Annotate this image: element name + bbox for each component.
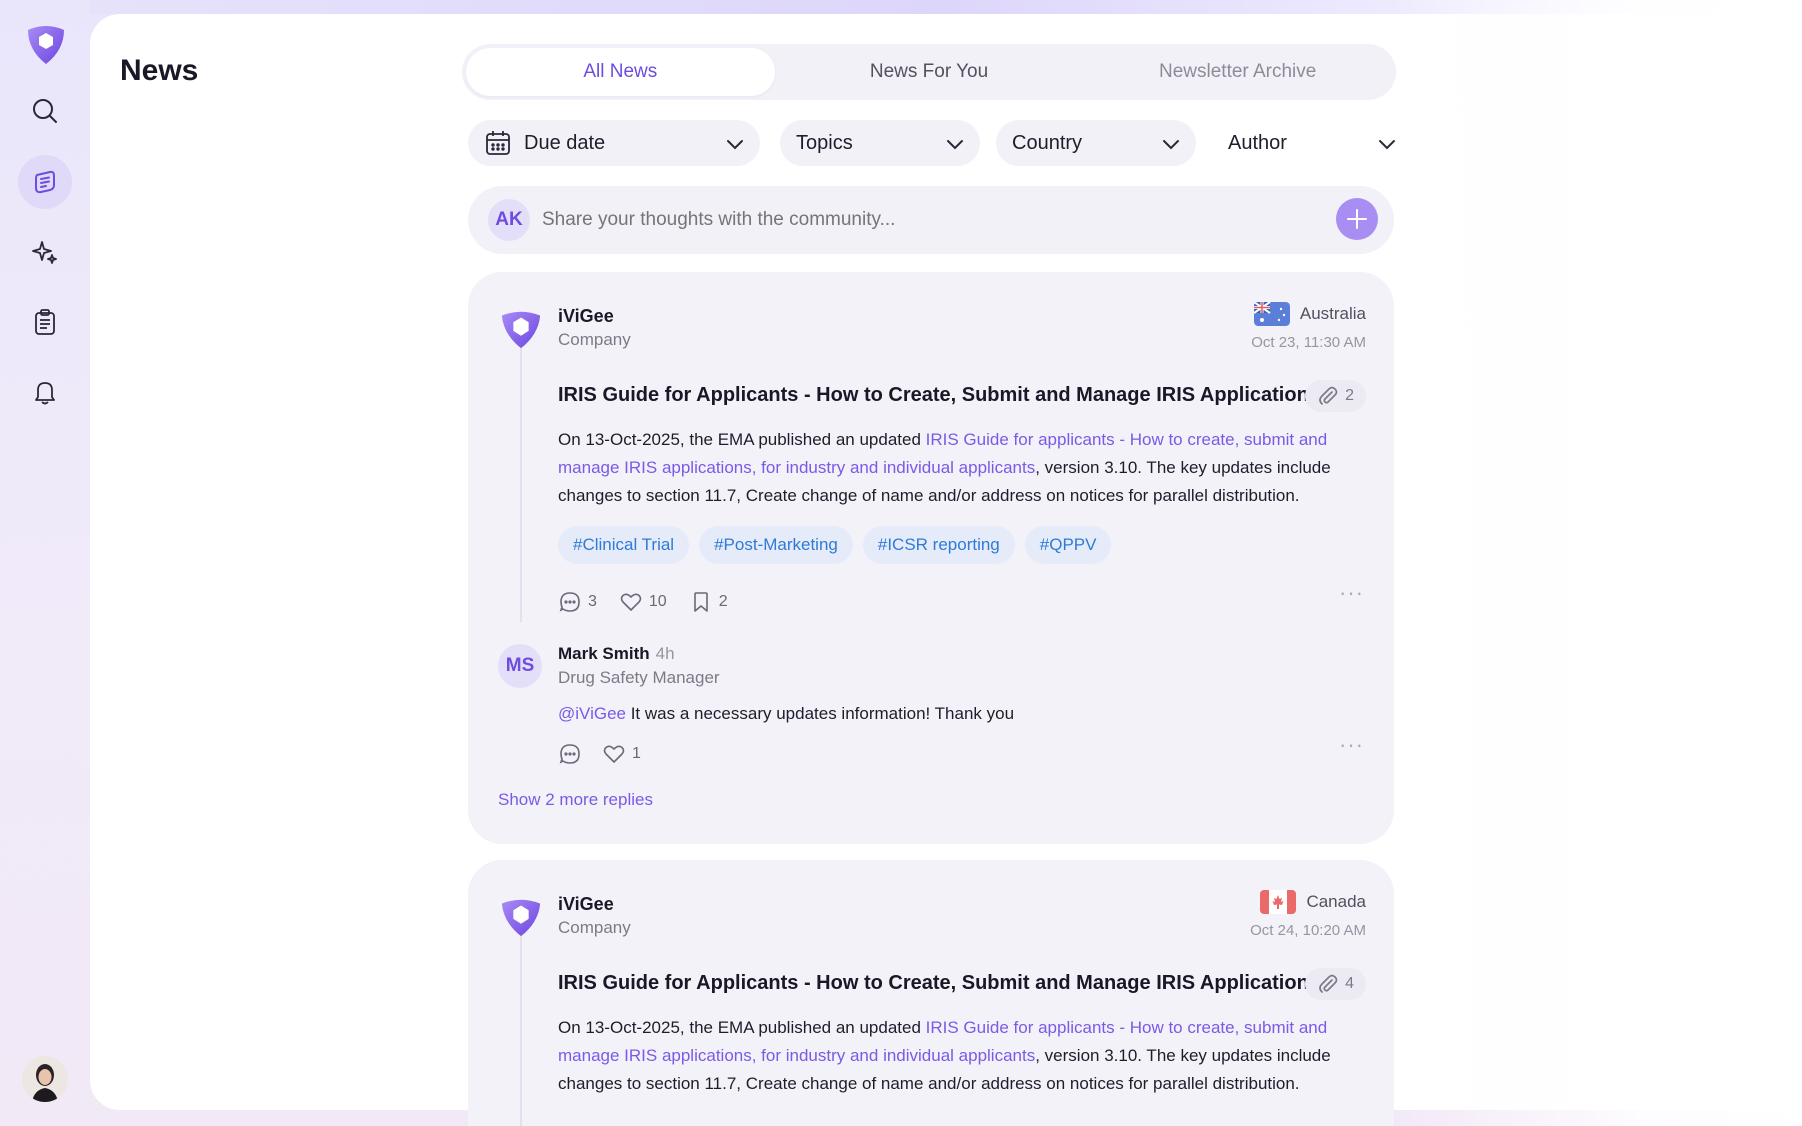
tag-chip[interactable]: #Post-Marketing — [699, 526, 853, 564]
like-count: 10 — [648, 593, 667, 610]
plus-icon — [1347, 209, 1367, 229]
more-options-icon[interactable]: ··· — [1339, 580, 1364, 606]
comment-icon — [559, 744, 580, 764]
reply-avatar: MS — [498, 644, 542, 688]
company-logo-icon — [501, 899, 541, 937]
due-date-label: Due date — [524, 131, 606, 154]
reply-role: Drug Safety Manager — [558, 668, 720, 687]
canada-flag-icon — [1260, 890, 1297, 914]
bookmark-button[interactable]: 2 — [689, 590, 728, 614]
sidebar-item-news[interactable] — [18, 155, 72, 209]
company-type: Company — [558, 330, 631, 349]
search-icon — [33, 99, 57, 123]
tag-list: #Clinical Trial #Post-Marketing #ICSR re… — [558, 526, 1112, 564]
reply-actions: 1 — [558, 742, 641, 766]
tag-chip[interactable]: #QPPV — [1024, 526, 1112, 564]
tab-news-for-you[interactable]: News For You — [775, 48, 1084, 96]
sidebar-item-ai[interactable] — [18, 225, 72, 279]
paperclip-icon — [1319, 974, 1338, 993]
clipboard-icon — [35, 309, 55, 335]
country-name: Canada — [1306, 892, 1366, 911]
australia-flag-icon — [1253, 302, 1290, 326]
reply-like-button[interactable]: 1 — [602, 742, 641, 766]
thread-line — [520, 930, 522, 1126]
tag-chip[interactable]: #ICSR reporting — [862, 526, 1015, 564]
bell-icon — [35, 382, 55, 405]
post-title[interactable]: IRIS Guide for Applicants - How to Creat… — [558, 384, 1320, 407]
user-avatar[interactable] — [22, 1056, 68, 1102]
thread-line — [520, 342, 522, 622]
news-post: iViGee Company Australia Oct 23, 11:30 A… — [468, 272, 1394, 844]
company-type: Company — [558, 918, 631, 937]
topics-label: Topics — [796, 131, 853, 154]
tag-chip[interactable]: #Clinical Trial — [558, 526, 690, 564]
post-body-text: On 13-Oct-2025, the EMA published an upd… — [558, 1018, 926, 1037]
post-body: On 13-Oct-2025, the EMA published an upd… — [558, 426, 1368, 510]
reply-author[interactable]: Mark Smith 4h — [558, 644, 675, 664]
calendar-icon — [486, 131, 510, 155]
attachments-badge[interactable]: 2 — [1305, 380, 1366, 412]
add-post-button[interactable] — [1336, 198, 1378, 240]
attachments-badge[interactable]: 4 — [1305, 968, 1366, 1000]
reply-message: It was a necessary updates information! … — [625, 704, 1015, 723]
attachments-count: 2 — [1345, 387, 1354, 404]
tab-newsletter-archive[interactable]: Newsletter Archive — [1083, 48, 1392, 96]
attachments-count: 4 — [1345, 975, 1354, 992]
chevron-down-icon — [1163, 140, 1179, 150]
heart-icon — [620, 593, 642, 611]
page-title: News — [120, 54, 199, 87]
reply-comment-button[interactable] — [558, 742, 582, 766]
country-name: Australia — [1299, 304, 1366, 323]
country-label: Country — [1012, 131, 1083, 154]
company-name[interactable]: iViGee — [558, 894, 614, 915]
post-date: Oct 24, 10:20 AM — [1250, 922, 1366, 939]
paperclip-icon — [1319, 386, 1338, 405]
sidebar-item-tasks[interactable] — [18, 295, 72, 349]
chevron-down-icon — [1379, 140, 1395, 150]
due-date-filter[interactable]: Due date — [468, 120, 760, 166]
reply-text: @iViGee It was a necessary updates infor… — [558, 704, 1014, 724]
sparkle-icon — [32, 241, 57, 264]
post-date: Oct 23, 11:30 AM — [1251, 334, 1366, 351]
comment-button[interactable]: 3 — [558, 590, 597, 614]
country-filter[interactable]: Country — [996, 120, 1196, 166]
show-more-replies-link[interactable]: Show 2 more replies — [498, 790, 653, 810]
post-composer: AK — [468, 186, 1394, 254]
like-button[interactable]: 10 — [619, 590, 667, 614]
heart-icon — [603, 745, 625, 763]
news-tabs: All News News For You Newsletter Archive — [462, 44, 1396, 100]
sidebar — [0, 0, 90, 1126]
company-name[interactable]: iViGee — [558, 306, 614, 327]
sidebar-item-notifications[interactable] — [18, 365, 72, 419]
tab-all-news[interactable]: All News — [466, 48, 775, 96]
bookmark-count: 2 — [718, 593, 728, 610]
post-title[interactable]: IRIS Guide for Applicants - How to Creat… — [558, 972, 1320, 995]
more-options-icon[interactable]: ··· — [1339, 732, 1364, 758]
company-logo-icon — [501, 311, 541, 349]
author-label: Author — [1228, 131, 1287, 154]
reply-mention[interactable]: @iViGee — [558, 704, 626, 723]
chevron-down-icon — [947, 140, 963, 150]
post-body-text: On 13-Oct-2025, the EMA published an upd… — [558, 430, 926, 449]
news-icon — [35, 170, 55, 194]
author-filter[interactable]: Author — [1212, 120, 1412, 166]
bookmark-icon — [693, 592, 708, 612]
reply-like-count: 1 — [632, 745, 641, 762]
news-post: iViGee Company Canada Oct 24, 10:20 AM I… — [468, 860, 1394, 1126]
post-body: On 13-Oct-2025, the EMA published an upd… — [558, 1014, 1368, 1098]
post-actions: 3 10 2 — [558, 590, 728, 614]
reply-author-name: Mark Smith — [558, 644, 650, 663]
post-country: Australia — [1253, 302, 1366, 326]
comment-count: 3 — [588, 593, 597, 610]
reply-time: 4h — [655, 644, 675, 663]
top-strip — [90, 0, 1802, 14]
sidebar-item-search[interactable] — [18, 84, 72, 138]
post-country: Canada — [1260, 890, 1366, 914]
chevron-down-icon — [727, 140, 743, 150]
topics-filter[interactable]: Topics — [780, 120, 980, 166]
composer-input[interactable] — [542, 209, 1302, 231]
comment-icon — [559, 592, 580, 612]
app-logo-icon[interactable] — [22, 20, 70, 68]
current-user-avatar: AK — [488, 199, 530, 241]
